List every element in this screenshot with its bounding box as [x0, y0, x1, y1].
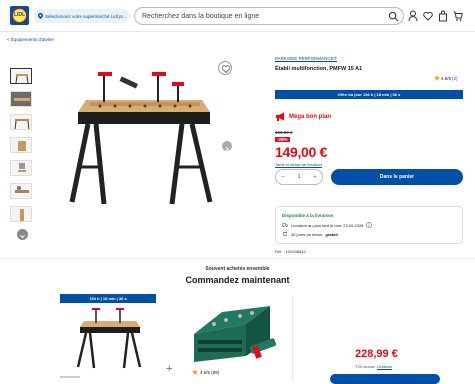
product-rating[interactable]: 4.5/5 (2): [434, 75, 458, 81]
header-icons: [408, 9, 463, 22]
breadcrumb[interactable]: < Équipements d'atelier: [7, 37, 54, 42]
bundle-add-to-cart-button[interactable]: [330, 374, 440, 384]
bundle-product-toolkit-image[interactable]: [184, 294, 282, 364]
bundle-plus-sign: +: [166, 363, 173, 375]
chevron-right-icon: [225, 146, 229, 152]
mega-deal-text: Méga bon plan: [289, 113, 331, 120]
thumbnail-4[interactable]: [10, 137, 32, 153]
offer-of-the-day-banner: Offre du jour 154 h | 18 min | 36 s: [275, 90, 463, 99]
return-arrow-icon: [282, 231, 288, 236]
star-icon: [192, 369, 198, 375]
store-selector-label: Sélectionnez votre supermarché Lidl pr..…: [45, 13, 127, 19]
quantity-decrease-button[interactable]: −: [281, 174, 285, 181]
truck-icon: [282, 223, 288, 227]
quantity-increase-button[interactable]: +: [313, 174, 317, 181]
bundle-product-workbench-image[interactable]: [72, 305, 147, 370]
search-icon[interactable]: [388, 11, 399, 22]
delivery-text: Livraison au plus tard le mer. 23.09.202…: [291, 222, 364, 228]
image-next-button[interactable]: [222, 141, 232, 152]
bundle-offer-banner: 154 h | 18 min | 36 s: [60, 294, 156, 303]
tva-text: TVA incluse,: [355, 365, 376, 369]
bundle-second-rating-value: 4.6/5 (89): [200, 369, 220, 375]
thumbnail-7[interactable]: [10, 206, 32, 222]
bundle-title: Commandez maintenant: [185, 275, 290, 285]
add-to-cart-button[interactable]: Dans le panier: [331, 169, 463, 185]
bundle-tva-note: TVA incluse, Livraison: [355, 365, 392, 369]
bundle-divider: [292, 295, 293, 380]
shipping-rates-link[interactable]: Tarifs et délais de livraison: [275, 162, 322, 167]
thumbnail-scroll-down-button[interactable]: [17, 229, 28, 240]
product-main-image[interactable]: [60, 62, 220, 212]
thumbnail-list: [10, 68, 35, 229]
bundle-subtitle: Souvent achetés ensemble: [205, 266, 270, 272]
returns-free: gratuit: [325, 231, 338, 237]
product-reference: Réf. : 100408842: [275, 249, 306, 254]
search-input[interactable]: Recherchez dans la boutique en ligne: [134, 7, 404, 25]
search-placeholder: Recherchez dans la boutique en ligne: [142, 12, 260, 20]
rating-count[interactable]: (2): [452, 76, 458, 81]
cart-icon[interactable]: [453, 9, 463, 21]
thumbnail-2[interactable]: [10, 91, 32, 107]
store-bag-icon[interactable]: [438, 9, 448, 22]
returns-text: 30 jours de retour: [291, 231, 323, 237]
location-pin-icon: [38, 13, 43, 19]
current-price: 149,00 €: [275, 144, 328, 160]
thumbnail-1[interactable]: [10, 68, 32, 84]
delivery-row: Livraison au plus tard le mer. 23.09.202…: [282, 222, 456, 228]
favorite-button[interactable]: [218, 61, 232, 75]
bundle-price: 228,99 €: [355, 348, 398, 360]
heart-icon: [221, 65, 231, 74]
returns-row: 30 jours de retour gratuit: [282, 231, 456, 237]
thumbnail-6[interactable]: [10, 183, 32, 199]
availability-box: Disponible à la livraison Livraison au p…: [275, 206, 463, 244]
tva-delivery-link[interactable]: Livraison: [377, 365, 392, 369]
top-header: LIDL Sélectionnez votre supermarché Lidl…: [0, 0, 475, 32]
quantity-stepper[interactable]: − 1 +: [275, 169, 323, 185]
rating-value: 4.5/5: [441, 75, 452, 81]
heart-icon[interactable]: [423, 9, 433, 21]
thumbnail-5[interactable]: [10, 160, 32, 176]
lidl-logo[interactable]: LIDL: [10, 6, 29, 25]
product-brand-link[interactable]: PARKSIDE PERFORMANCE®: [275, 56, 337, 61]
availability-title: Disponible à la livraison: [282, 213, 334, 218]
bundle-second-rating[interactable]: 4.6/5 (89): [192, 369, 219, 375]
logo-text: LIDL: [13, 12, 26, 18]
thumbnail-3[interactable]: [10, 114, 32, 130]
discount-badge: -25%: [275, 137, 290, 142]
chevron-down-icon: [20, 235, 25, 239]
section-divider: [0, 258, 475, 259]
store-selector[interactable]: Sélectionnez votre supermarché Lidl pr..…: [34, 9, 130, 23]
bundle-product-caption-placeholder: [60, 376, 80, 378]
account-icon[interactable]: [408, 9, 418, 22]
old-price: 199,00 €: [275, 130, 293, 135]
megaphone-icon: [276, 112, 284, 121]
star-icon: [434, 75, 440, 81]
mega-deal-label: Méga bon plan: [275, 112, 331, 121]
quantity-value[interactable]: 1: [298, 174, 301, 180]
info-icon[interactable]: [366, 222, 373, 228]
product-title: Établi multifonction, PMFW 15 A1: [275, 66, 363, 72]
